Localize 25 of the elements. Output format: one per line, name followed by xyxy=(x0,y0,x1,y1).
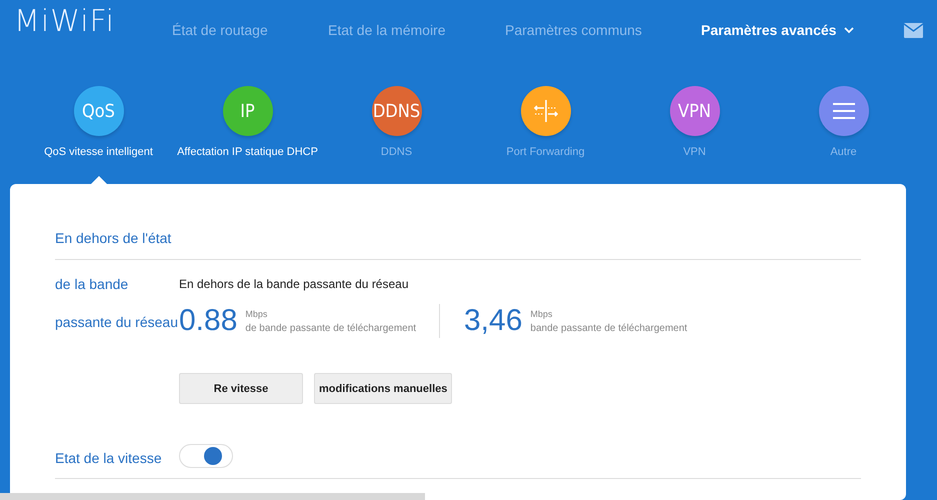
action-button[interactable]: Re vitesse xyxy=(179,373,303,404)
nav-tab[interactable]: Paramètres avancés xyxy=(701,22,836,38)
mail-icon[interactable] xyxy=(904,22,923,38)
section-title: En dehors de l'état xyxy=(55,230,861,260)
logo[interactable]: MiWiFi xyxy=(14,4,172,38)
section-label: de la bande xyxy=(55,276,130,292)
feature-icon[interactable]: QoS xyxy=(74,86,124,136)
nav-tab[interactable]: État de routage xyxy=(172,22,328,38)
toggle-label: Etat de la vitesse xyxy=(55,450,163,468)
speed-caption: bande passante de téléchargement xyxy=(530,322,688,334)
nav-tab[interactable]: Paramètres communs xyxy=(505,22,701,38)
speed-caption: de bande passante de téléchargement xyxy=(245,322,416,334)
toggle-switch[interactable] xyxy=(179,444,233,468)
speed-unit: Mbps xyxy=(245,308,268,318)
action-button[interactable]: modifications manuelles xyxy=(314,373,452,404)
feature-label[interactable]: Affectation IP statique DHCP xyxy=(177,146,318,158)
speed-unit: Mbps xyxy=(530,308,554,318)
section-label: passante du réseau xyxy=(55,314,179,332)
speed-value: 0.88 xyxy=(179,304,238,338)
feature-icon[interactable]: IP xyxy=(222,86,272,136)
nav-tab[interactable]: Etat de la mémoire xyxy=(328,22,505,38)
feature-label[interactable]: QoS vitesse intelligent xyxy=(44,146,153,158)
speed-value: 3,46 xyxy=(464,304,522,338)
chevron-down-icon[interactable] xyxy=(844,26,854,34)
status-text: En dehors de la bande passante du réseau xyxy=(179,277,410,292)
